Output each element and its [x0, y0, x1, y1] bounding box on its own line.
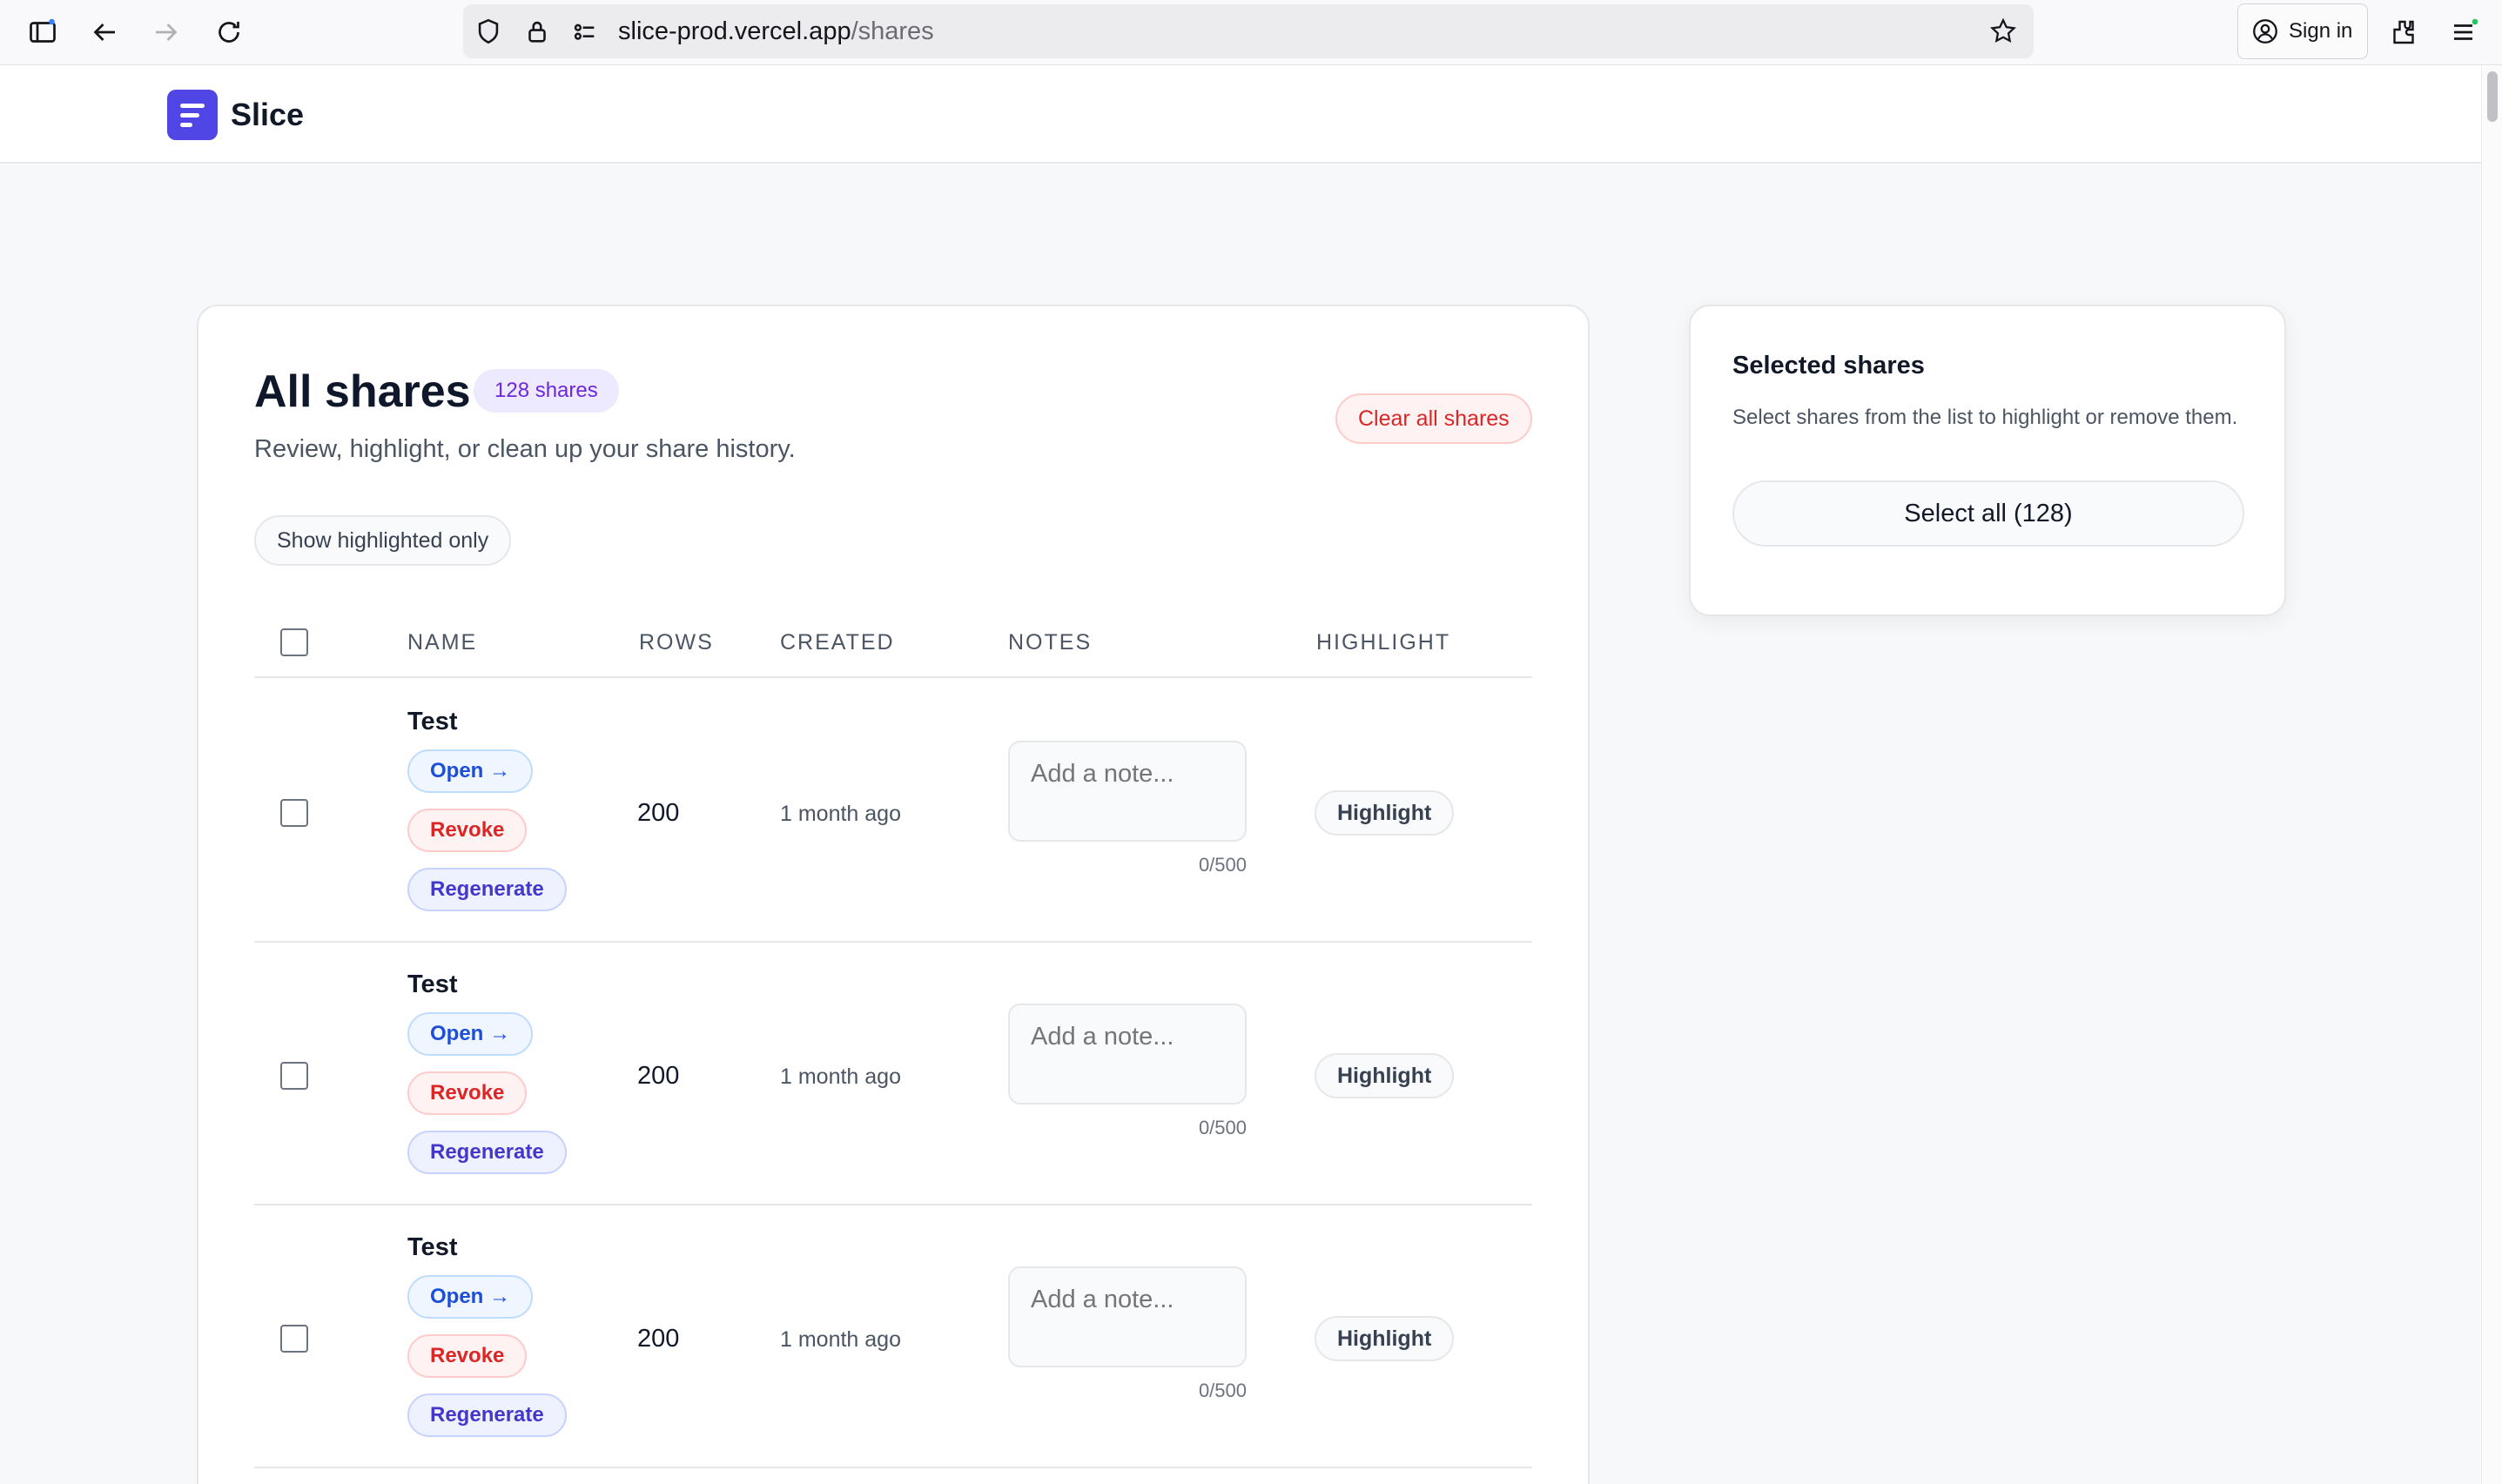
column-header-rows: ROWS: [639, 630, 714, 655]
table-header: NAME ROWS CREATED NOTES HIGHLIGHT: [254, 607, 1532, 678]
note-input[interactable]: [1008, 741, 1247, 842]
note-char-count: 0/500: [1198, 1117, 1247, 1138]
page-title: All shares: [254, 366, 471, 417]
show-highlighted-only-button[interactable]: Show highlighted only: [254, 515, 512, 566]
lock-icon[interactable]: [522, 17, 552, 46]
note-char-count: 0/500: [1198, 854, 1247, 876]
table-row: Test Open → Revoke Regenerate 200 1 mont…: [254, 680, 1532, 943]
url-host: slice-prod.vercel.app: [618, 17, 851, 45]
shares-card: All shares 128 shares Review, highlight,…: [197, 305, 1590, 1484]
open-button[interactable]: Open →: [407, 1012, 534, 1056]
open-button[interactable]: Open →: [407, 749, 534, 793]
sidebar-icon[interactable]: [21, 10, 64, 54]
column-header-notes: NOTES: [1008, 630, 1093, 655]
scrollbar[interactable]: [2481, 66, 2502, 1484]
highlight-button[interactable]: Highlight: [1315, 1053, 1455, 1098]
regenerate-button[interactable]: Regenerate: [407, 868, 567, 911]
app-header: Slice: [0, 66, 2481, 164]
created-date: 1 month ago: [780, 1327, 901, 1352]
rows-count: 200: [637, 1062, 680, 1090]
revoke-button[interactable]: Revoke: [407, 809, 528, 852]
share-name: Test: [407, 970, 458, 998]
sign-in-label: Sign in: [2289, 19, 2353, 43]
select-all-button[interactable]: Select all (128): [1732, 480, 2244, 547]
shield-icon[interactable]: [474, 17, 503, 46]
page-subtitle: Review, highlight, or clean up your shar…: [254, 435, 796, 463]
note-input[interactable]: [1008, 1266, 1247, 1367]
url-bar[interactable]: slice-prod.vercel.app/shares: [463, 4, 2034, 58]
extensions-icon[interactable]: [2382, 10, 2425, 54]
share-name: Test: [407, 1233, 458, 1261]
note-char-count: 0/500: [1198, 1380, 1247, 1401]
highlight-button[interactable]: Highlight: [1315, 790, 1455, 836]
highlight-button[interactable]: Highlight: [1315, 1316, 1455, 1361]
select-all-checkbox[interactable]: [280, 628, 308, 656]
star-icon[interactable]: [1988, 17, 2018, 46]
row-checkbox[interactable]: [280, 1325, 308, 1353]
created-date: 1 month ago: [780, 802, 901, 826]
share-name: Test: [407, 708, 458, 735]
forward-icon[interactable]: [145, 10, 188, 54]
regenerate-button[interactable]: Regenerate: [407, 1393, 567, 1437]
back-icon[interactable]: [83, 10, 126, 54]
column-header-created: CREATED: [780, 630, 895, 655]
shares-count-badge: 128 shares: [474, 369, 619, 413]
rows-count: 200: [637, 799, 680, 827]
sign-in-button[interactable]: Sign in: [2237, 3, 2368, 59]
brand-name[interactable]: Slice: [231, 92, 304, 138]
menu-icon[interactable]: [2443, 10, 2486, 54]
table-row: Test Open → Revoke Regenerate 200 1 mont…: [254, 943, 1532, 1205]
open-button[interactable]: Open →: [407, 1275, 534, 1319]
selected-shares-description: Select shares from the list to highlight…: [1732, 406, 2238, 429]
browser-toolbar: slice-prod.vercel.app/shares Sign in: [0, 0, 2502, 65]
url-path: /shares: [851, 17, 934, 45]
table-row: Test Open → Revoke Regenerate 200 1 mont…: [254, 1205, 1532, 1468]
permissions-icon[interactable]: [569, 17, 599, 46]
clear-all-shares-button[interactable]: Clear all shares: [1335, 393, 1532, 444]
row-checkbox[interactable]: [280, 1062, 308, 1090]
logo-icon[interactable]: [167, 90, 218, 140]
url-text[interactable]: slice-prod.vercel.app/shares: [618, 4, 934, 58]
selected-shares-title: Selected shares: [1732, 352, 1925, 379]
regenerate-button[interactable]: Regenerate: [407, 1131, 567, 1174]
note-input[interactable]: [1008, 1004, 1247, 1105]
revoke-button[interactable]: Revoke: [407, 1071, 528, 1115]
revoke-button[interactable]: Revoke: [407, 1334, 528, 1378]
rows-count: 200: [637, 1325, 680, 1353]
selected-shares-panel: Selected shares Select shares from the l…: [1689, 305, 2286, 616]
column-header-highlight: HIGHLIGHT: [1316, 630, 1451, 655]
column-header-name: NAME: [407, 630, 478, 655]
reload-icon[interactable]: [207, 10, 251, 54]
created-date: 1 month ago: [780, 1064, 901, 1089]
row-checkbox[interactable]: [280, 799, 308, 827]
account-icon: [2253, 19, 2277, 44]
scrollbar-thumb[interactable]: [2487, 71, 2498, 122]
